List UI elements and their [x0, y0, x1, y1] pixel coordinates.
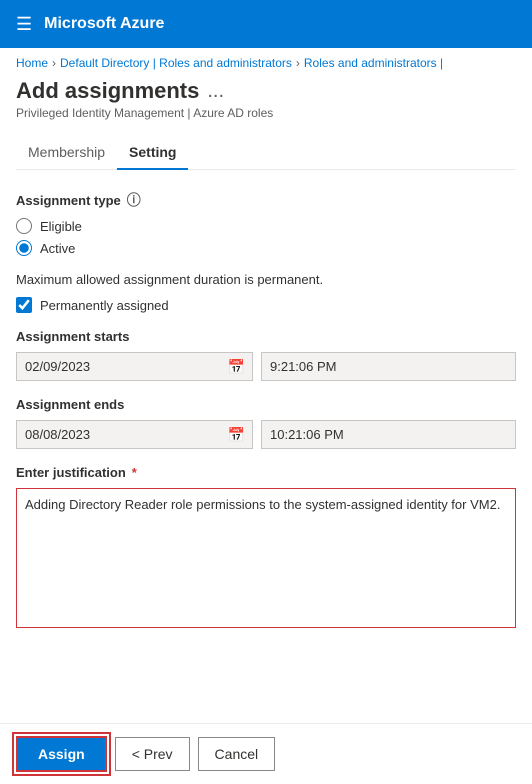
permanently-assigned-label: Permanently assigned: [40, 298, 169, 313]
radio-active-input[interactable]: [16, 240, 32, 256]
justification-textarea[interactable]: [16, 488, 516, 628]
breadcrumb-roles-admins: Roles and administrators |: [304, 56, 443, 70]
radio-active[interactable]: Active: [16, 240, 516, 256]
end-date-wrapper: 📅: [16, 420, 253, 449]
permanently-assigned-input[interactable]: [16, 297, 32, 313]
assignment-ends-section: Assignment ends 📅: [16, 397, 516, 449]
assignment-type-label: Assignment type ⓘ: [16, 190, 516, 210]
permanent-section: Maximum allowed assignment duration is p…: [16, 272, 516, 313]
app-title: Microsoft Azure: [44, 15, 164, 33]
start-date-wrapper: 📅: [16, 352, 253, 381]
assignment-ends-row: 📅: [16, 420, 516, 449]
start-time-input[interactable]: [261, 352, 516, 381]
radio-active-label: Active: [40, 241, 75, 256]
page-title: Add assignments: [16, 78, 199, 104]
page-header: Add assignments ...: [16, 78, 516, 104]
tab-bar: Membership Setting: [16, 136, 516, 170]
end-time-input[interactable]: [261, 420, 516, 449]
breadcrumb-default-directory[interactable]: Default Directory | Roles and administra…: [60, 56, 292, 70]
page-subtitle: Privileged Identity Management | Azure A…: [16, 106, 516, 120]
radio-eligible[interactable]: Eligible: [16, 218, 516, 234]
info-message: Maximum allowed assignment duration is p…: [16, 272, 516, 287]
start-date-calendar-icon[interactable]: 📅: [228, 358, 245, 375]
prev-button[interactable]: < Prev: [115, 737, 190, 771]
assignment-type-radio-group: Eligible Active: [16, 218, 516, 256]
breadcrumb: Home › Default Directory | Roles and adm…: [0, 48, 532, 78]
assignment-starts-row: 📅: [16, 352, 516, 381]
breadcrumb-sep-2: ›: [296, 56, 300, 70]
assignment-starts-section: Assignment starts 📅: [16, 329, 516, 381]
radio-eligible-label: Eligible: [40, 219, 82, 234]
permanently-assigned-checkbox[interactable]: Permanently assigned: [16, 297, 516, 313]
justification-section: Enter justification *: [16, 465, 516, 631]
footer: Assign < Prev Cancel: [0, 723, 532, 784]
breadcrumb-sep-1: ›: [52, 56, 56, 70]
end-date-calendar-icon[interactable]: 📅: [228, 426, 245, 443]
tab-membership[interactable]: Membership: [16, 136, 117, 170]
justification-label: Enter justification *: [16, 465, 516, 480]
assignment-type-section: Assignment type ⓘ Eligible Active: [16, 190, 516, 256]
start-date-input[interactable]: [16, 352, 253, 381]
breadcrumb-home[interactable]: Home: [16, 56, 48, 70]
hamburger-icon[interactable]: ☰: [16, 14, 32, 35]
justification-required-star: *: [132, 465, 137, 480]
end-date-input[interactable]: [16, 420, 253, 449]
assignment-ends-label: Assignment ends: [16, 397, 516, 412]
cancel-button[interactable]: Cancel: [198, 737, 276, 771]
page-content: Add assignments ... Privileged Identity …: [0, 78, 532, 663]
tab-setting[interactable]: Setting: [117, 136, 188, 170]
more-options-icon[interactable]: ...: [207, 80, 224, 103]
assignment-starts-label: Assignment starts: [16, 329, 516, 344]
assignment-type-info-icon[interactable]: ⓘ: [127, 190, 141, 210]
assign-button[interactable]: Assign: [16, 736, 107, 772]
radio-eligible-input[interactable]: [16, 218, 32, 234]
top-navbar: ☰ Microsoft Azure: [0, 0, 532, 48]
